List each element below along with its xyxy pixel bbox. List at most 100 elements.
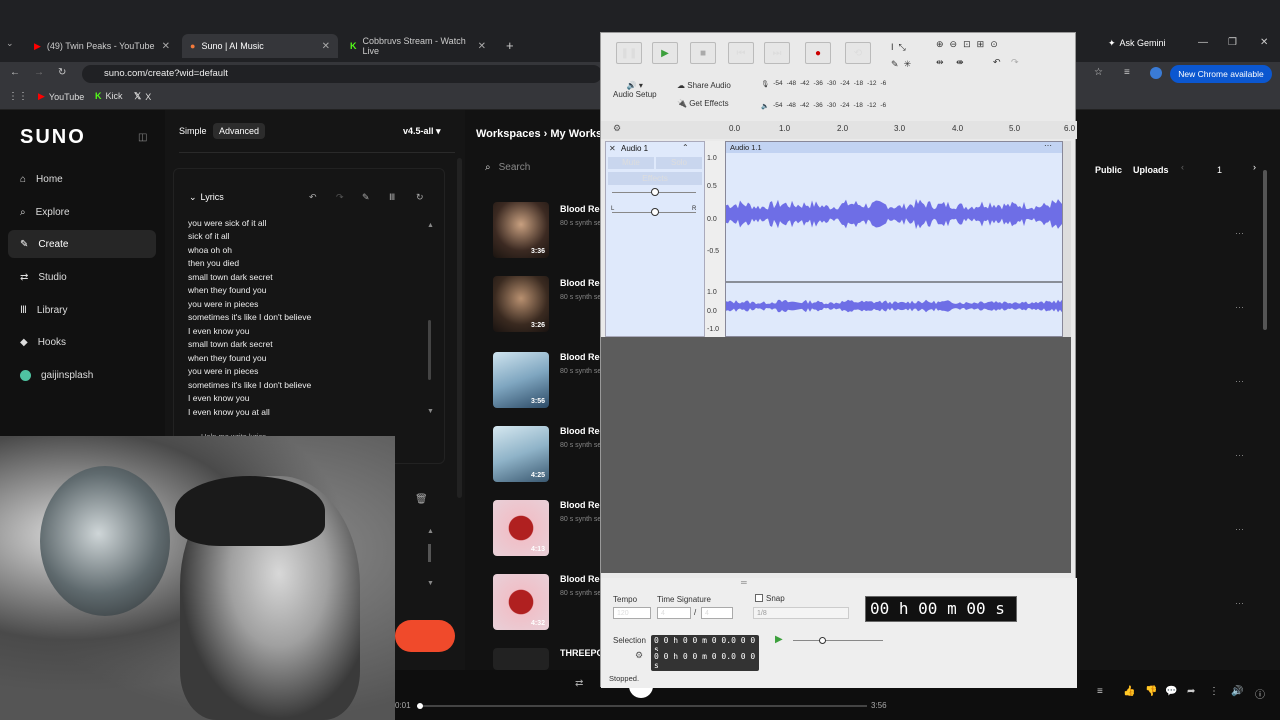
bookmark-star-icon[interactable]: ☆ — [1094, 67, 1103, 78]
library-icon[interactable]: Ⅲ — [389, 192, 395, 203]
selection-settings-icon[interactable]: ⚙ — [635, 650, 643, 661]
panel-scrollbar[interactable] — [457, 158, 462, 498]
breadcrumb-workspaces[interactable]: Workspaces — [476, 128, 541, 140]
trim-icon[interactable]: ⇹ — [936, 57, 944, 68]
record-meter[interactable]: 🎙 -54 -48 -42 -36 -30 -24 -18 -12 -6 — [761, 80, 886, 88]
song-title[interactable]: Blood Rec — [560, 278, 605, 288]
skip-start-button[interactable]: ⏮ — [728, 42, 754, 64]
back-icon[interactable]: ← — [10, 67, 20, 78]
info-icon[interactable]: ⓘ — [1255, 686, 1265, 701]
forward-icon[interactable]: → — [34, 67, 44, 78]
profile-avatar[interactable] — [1150, 67, 1162, 79]
fit-project-icon[interactable]: ⊞ — [977, 39, 991, 49]
undo-icon[interactable]: ↶ — [309, 192, 317, 203]
undo-icon[interactable]: ↶ — [993, 57, 1001, 68]
time-display[interactable]: 00 h 00 m 00 s — [865, 596, 1017, 622]
zoom-out-icon[interactable]: ⊖ — [950, 39, 964, 49]
zoom-toggle-icon[interactable]: ⊙ — [990, 39, 1004, 49]
pause-button[interactable]: ❚❚ — [616, 42, 642, 64]
snap-select[interactable]: 1/8 — [753, 607, 849, 619]
song-cover[interactable]: 3:56 — [493, 352, 549, 408]
close-icon[interactable]: ✕ — [162, 41, 170, 52]
scroll-up-icon[interactable]: ▲ — [427, 528, 434, 535]
bookmark-youtube[interactable]: ▶ YouTube — [38, 91, 84, 102]
redo-icon[interactable]: ↷ — [336, 192, 344, 203]
time-sig-denominator[interactable]: 4 — [701, 607, 733, 619]
more-options-icon[interactable]: ⋯ — [1235, 376, 1244, 387]
url-input[interactable]: suno.com/create?wid=default — [82, 65, 602, 83]
scroll-up-icon[interactable]: ▲ — [427, 222, 434, 229]
sidebar-item-library[interactable]: Ⅲ Library — [8, 296, 156, 324]
more-options-icon[interactable]: ⋯ — [1235, 598, 1244, 609]
skip-end-button[interactable]: ⏭ — [764, 42, 790, 64]
silence-icon[interactable]: ⇼ — [956, 57, 964, 68]
sidebar-item-explore[interactable]: ⌕ Explore — [8, 198, 156, 226]
timeline-ruler[interactable]: ⚙ 0.0 1.0 2.0 3.0 4.0 5.0 6.0 — [601, 121, 1077, 139]
maximize-icon[interactable]: ❐ — [1228, 37, 1237, 48]
track-name[interactable]: Audio 1 — [621, 144, 648, 153]
new-chrome-available-button[interactable]: New Chrome available — [1170, 65, 1272, 83]
mode-simple-tab[interactable]: Simple — [179, 126, 207, 136]
bookmark-kick[interactable]: K Kick — [95, 91, 123, 101]
song-cover[interactable]: 4:13 — [493, 500, 549, 556]
bookmark-x[interactable]: 𝕏X — [134, 91, 151, 102]
dislike-icon[interactable]: 👎 — [1145, 686, 1157, 697]
tempo-input[interactable]: 120 — [613, 607, 651, 619]
song-cover[interactable] — [493, 648, 549, 670]
gain-slider-handle[interactable] — [651, 188, 659, 196]
fit-selection-icon[interactable]: ⊡ — [963, 39, 977, 49]
playback-meter[interactable]: 🔈 -54 -48 -42 -36 -30 -24 -18 -12 -6 — [761, 102, 886, 110]
close-track-icon[interactable]: ✕ — [609, 144, 616, 153]
filter-public-button[interactable]: Public — [1095, 165, 1122, 175]
media-icon[interactable]: ≡ — [1124, 67, 1130, 78]
scroll-down-icon[interactable]: ▼ — [427, 580, 434, 587]
reload-icon[interactable]: ↻ — [58, 67, 66, 78]
song-title[interactable]: Blood Rec — [560, 204, 605, 214]
sidebar-item-home[interactable]: ⌂ Home — [8, 165, 156, 193]
create-button[interactable] — [395, 620, 455, 652]
sidebar-item-create[interactable]: ✎ Create — [8, 230, 156, 258]
next-page-icon[interactable]: › — [1253, 162, 1256, 172]
lyrics-section-toggle[interactable]: ⌄ Lyrics — [189, 192, 224, 203]
volume-icon[interactable]: 🔊 — [1231, 686, 1243, 697]
song-cover[interactable]: 4:32 — [493, 574, 549, 630]
song-title[interactable]: Blood Rec — [560, 352, 605, 362]
redo-icon[interactable]: ↷ — [1011, 57, 1019, 68]
selection-end-field[interactable]: 0 0 h 0 0 m 0 0.0 0 0 s — [651, 651, 759, 671]
tab-suno[interactable]: ● Suno | AI Music ✕ — [182, 34, 338, 58]
lyrics-text[interactable]: you were sick of it all sick of it all w… — [0, 110, 311, 417]
multi-tool-icon[interactable]: ✳ — [904, 59, 912, 69]
trash-icon[interactable]: 🗑 — [415, 494, 428, 505]
more-options-icon[interactable]: ⋯ — [1235, 450, 1244, 461]
stop-button[interactable]: ■ — [690, 42, 716, 64]
timeline-options-icon[interactable]: ⚙ — [613, 123, 621, 134]
options-scrollbar[interactable] — [428, 544, 431, 562]
play-button[interactable]: ▶ — [652, 42, 678, 64]
play-speed-handle[interactable] — [819, 637, 826, 644]
filter-uploads-button[interactable]: Uploads — [1133, 165, 1169, 175]
more-options-icon[interactable]: ⋯ — [1235, 302, 1244, 313]
minimize-icon[interactable]: — — [1198, 37, 1208, 48]
song-cover[interactable]: 3:26 — [493, 276, 549, 332]
lyrics-scrollbar[interactable] — [428, 320, 431, 380]
track-area-empty[interactable] — [601, 337, 1071, 573]
sidebar-item-hooks[interactable]: ◆ Hooks — [8, 328, 156, 356]
song-title[interactable]: Blood Rec — [560, 574, 605, 584]
get-effects-button[interactable]: 🔌 Get Effects — [677, 99, 729, 108]
snap-checkbox[interactable] — [755, 594, 763, 602]
effects-button[interactable]: Effects — [608, 172, 702, 185]
list-scrollbar[interactable] — [1263, 170, 1267, 330]
collapse-icon[interactable]: ⌃ — [682, 143, 689, 152]
time-sig-numerator[interactable]: 4 — [657, 607, 691, 619]
zoom-in-icon[interactable]: ⊕ — [936, 39, 950, 49]
selection-tool-icon[interactable]: I — [891, 42, 894, 52]
progress-track[interactable] — [417, 705, 867, 707]
loop-button[interactable]: ⟲ — [845, 42, 871, 64]
model-select[interactable]: v4.5-all ▾ — [403, 126, 441, 137]
song-cover[interactable]: 4:25 — [493, 426, 549, 482]
song-title[interactable]: THREEPC — [560, 648, 603, 658]
audio-clip[interactable]: Audio 1.1 ⋯ — [725, 141, 1063, 337]
more-options-icon[interactable]: ⋯ — [1235, 228, 1244, 239]
sidebar-item-profile[interactable]: gaijinsplash — [8, 361, 156, 389]
progress-handle[interactable] — [417, 703, 423, 709]
